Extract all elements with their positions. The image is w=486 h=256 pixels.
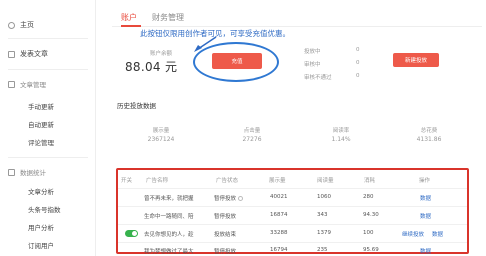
history-header: 阅读率: [332, 128, 350, 134]
row-divider: [118, 206, 467, 207]
impressions: 40021: [270, 194, 288, 200]
active-tab-indicator: [121, 25, 141, 27]
cost: 100: [363, 230, 374, 236]
stat-label: 审核不通过: [304, 75, 332, 81]
stat-value: 0: [356, 60, 360, 66]
cost: 94.30: [363, 212, 379, 218]
balance-label: 账户余额: [150, 51, 173, 57]
sidebar: 主页 发表文章 文章管理 手动更新 自动更新 评论管理 数据统计 文章分析 头条…: [0, 0, 96, 256]
table-header: 展示量: [269, 178, 286, 184]
sidebar-divider: [8, 157, 88, 158]
history-header: 点击量: [243, 128, 261, 134]
table-header: 阅读量: [317, 178, 334, 184]
history-value: 27276: [242, 136, 262, 143]
tab-account[interactable]: 账户: [121, 12, 137, 23]
sidebar-divider: [8, 38, 88, 39]
sidebar-item-comments[interactable]: 评论管理: [28, 137, 54, 147]
balance-value: 88.04 元: [125, 60, 178, 74]
sidebar-item-user-analysis[interactable]: 用户分析: [28, 222, 54, 232]
campaign-name: 曾不再未来，就把握: [144, 196, 194, 202]
stat-value: 0: [356, 47, 360, 53]
campaign-toggle[interactable]: [125, 230, 138, 237]
data-link[interactable]: 数据: [420, 212, 431, 220]
sidebar-item-article-analysis[interactable]: 文章分析: [28, 186, 54, 196]
impressions: 33288: [270, 230, 288, 236]
stat-label: 审核中: [304, 62, 321, 68]
sidebar-divider: [8, 69, 88, 70]
document-icon: [8, 80, 15, 88]
row-divider: [118, 224, 467, 225]
sidebar-item-home[interactable]: 主页: [8, 20, 34, 30]
history-value: 1.14%: [331, 136, 351, 143]
impressions: 16874: [270, 212, 288, 218]
tab-divider: [112, 26, 482, 27]
campaign-name: 去见你想见的人，趁: [144, 232, 194, 238]
info-icon: [238, 196, 244, 201]
recharge-button[interactable]: 充值: [212, 53, 262, 69]
sidebar-item-manual-update[interactable]: 手动更新: [28, 101, 54, 111]
data-link[interactable]: 数据: [420, 194, 431, 202]
table-header: 操作: [419, 178, 431, 184]
campaign-name: 生命中一路随同、陪: [144, 214, 194, 220]
chart-icon: [8, 168, 15, 176]
reads: 1379: [317, 230, 331, 236]
history-value: 2367124: [147, 136, 175, 143]
table-header: 广告名称: [146, 178, 169, 184]
sidebar-group-title: 数据统计: [20, 169, 46, 177]
row-divider: [118, 188, 467, 189]
table-header: 广告状态: [216, 178, 239, 184]
history-value: 4131.86: [416, 136, 442, 143]
sidebar-item-publish[interactable]: 发表文章: [8, 49, 48, 59]
tab-finance[interactable]: 财务管理: [152, 12, 184, 23]
new-campaign-button[interactable]: 新建投放: [393, 53, 439, 67]
campaign-status: 投放结束: [214, 232, 237, 238]
campaign-status: 暂停投放: [214, 249, 237, 255]
sidebar-item-label: 主页: [20, 21, 34, 29]
history-header: 总花费: [420, 128, 438, 134]
reads: 1060: [317, 194, 331, 200]
cost: 280: [363, 194, 374, 200]
sidebar-item-auto-update[interactable]: 自动更新: [28, 119, 54, 129]
stat-label: 投放中: [304, 49, 321, 55]
sidebar-group-stats: 数据统计: [8, 167, 46, 177]
sidebar-group-article: 文章管理: [8, 79, 46, 89]
data-link[interactable]: 数据: [432, 230, 443, 238]
data-link[interactable]: 数据: [420, 247, 431, 255]
row-divider: [118, 242, 467, 243]
edit-icon: [8, 50, 15, 58]
table-header: 消耗: [364, 178, 376, 184]
campaign-status: 暂停投放: [214, 214, 237, 220]
sidebar-item-label: 发表文章: [20, 50, 48, 58]
sidebar-item-subscribers[interactable]: 订阅用户: [28, 240, 54, 250]
history-title: 历史投放数据: [117, 102, 156, 110]
home-icon: [8, 21, 15, 29]
campaign-status: 暂停投放: [214, 194, 244, 202]
impressions: 16794: [270, 247, 288, 253]
sidebar-item-index[interactable]: 头条号指数: [28, 204, 61, 214]
reads: 343: [317, 212, 328, 218]
table-header: 开关: [121, 178, 133, 184]
campaign-name: 我为梦想做过了最大: [144, 249, 194, 255]
history-header: 展示量: [152, 128, 170, 134]
cost: 95.69: [363, 247, 379, 253]
sidebar-group-title: 文章管理: [20, 81, 46, 89]
reads: 235: [317, 247, 328, 253]
stat-value: 0: [356, 73, 360, 79]
continue-link[interactable]: 继续投放: [402, 230, 424, 238]
